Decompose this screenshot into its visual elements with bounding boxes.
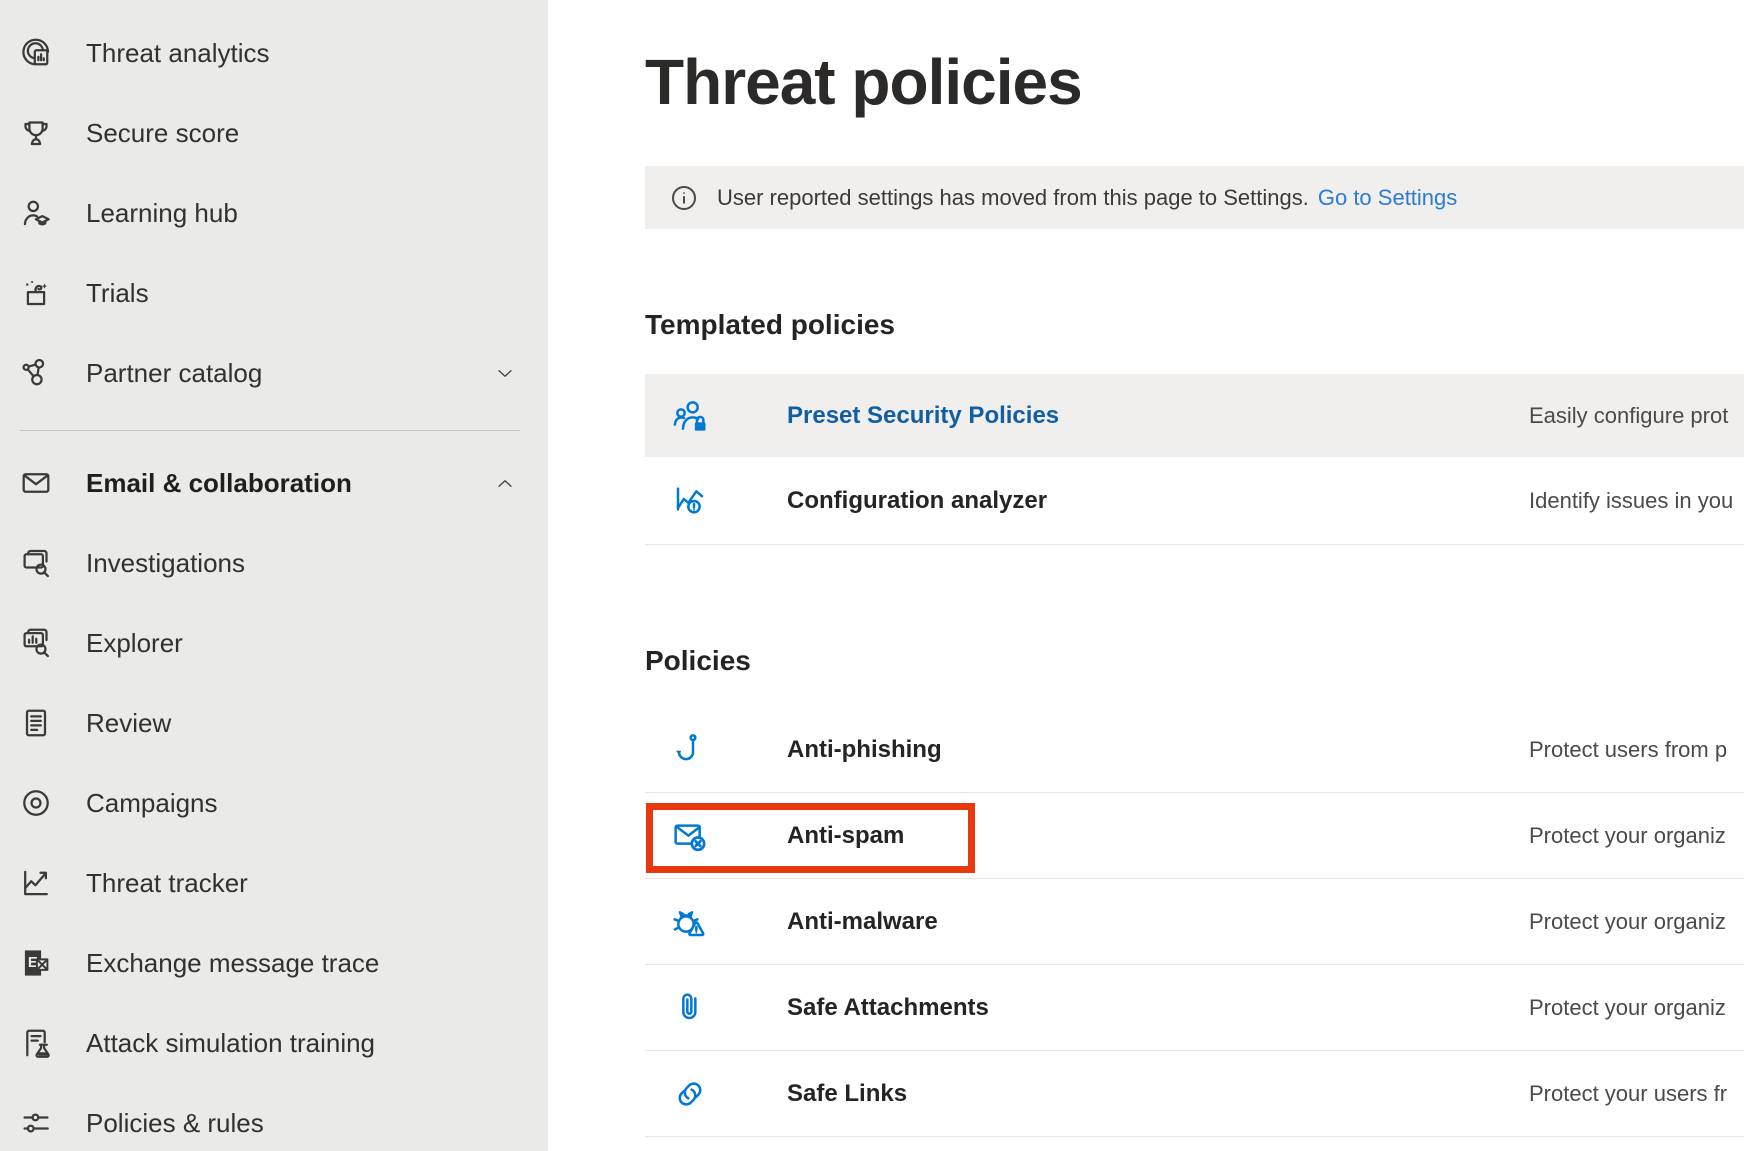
chevron-up-icon: [494, 472, 516, 494]
secure-score-icon: [18, 115, 54, 151]
review-icon: [18, 705, 54, 741]
safe-links-icon: [670, 1074, 710, 1114]
sidebar-item-trials[interactable]: Trials: [0, 253, 548, 333]
info-banner: User reported settings has moved from th…: [645, 166, 1744, 229]
anti-phishing-icon: [670, 730, 710, 770]
anti-malware-icon: [670, 902, 710, 942]
policies-heading: Policies: [645, 644, 751, 678]
chevron-down-icon: [494, 362, 516, 384]
sidebar-item-explorer[interactable]: Explorer: [0, 603, 548, 683]
left-navigation: Threat analytics Secure score Learning h…: [0, 0, 548, 1151]
threat-tracker-icon: [18, 865, 54, 901]
templated-policies-list: Preset Security Policies Easily configur…: [645, 374, 1744, 545]
policies-list: Anti-phishing Protect users from p Anti-…: [645, 707, 1744, 1137]
email-collaboration-icon: [18, 465, 54, 501]
sidebar-item-partner-catalog[interactable]: Partner catalog: [0, 333, 548, 413]
attack-simulation-icon: [18, 1025, 54, 1061]
go-to-settings-link[interactable]: Go to Settings: [1318, 185, 1457, 211]
sidebar-item-policies-rules[interactable]: Policies & rules: [0, 1083, 548, 1151]
sidebar-item-email-collaboration[interactable]: Email & collaboration: [0, 443, 548, 523]
row-preset-security-policies[interactable]: Preset Security Policies Easily configur…: [645, 374, 1744, 457]
learning-hub-icon: [18, 195, 54, 231]
defender-portal: Threat analytics Secure score Learning h…: [0, 0, 1744, 1151]
sidebar-item-learning-hub[interactable]: Learning hub: [0, 173, 548, 253]
main-content: Threat policies User reported settings h…: [548, 0, 1744, 1151]
row-safe-links[interactable]: Safe Links Protect your users fr: [645, 1051, 1744, 1137]
sidebar-item-campaigns[interactable]: Campaigns: [0, 763, 548, 843]
anti-spam-icon: [670, 816, 710, 856]
sidebar-item-exchange-message-trace[interactable]: E Exchange message trace: [0, 923, 548, 1003]
sidebar-item-review[interactable]: Review: [0, 683, 548, 763]
exchange-icon: E: [18, 945, 54, 981]
sidebar-item-threat-tracker[interactable]: Threat tracker: [0, 843, 548, 923]
trials-icon: [18, 275, 54, 311]
sidebar-item-investigations[interactable]: Investigations: [0, 523, 548, 603]
templated-policies-heading: Templated policies: [645, 308, 895, 342]
sidebar-item-secure-score[interactable]: Secure score: [0, 93, 548, 173]
investigations-icon: [18, 545, 54, 581]
page-title: Threat policies: [645, 42, 1082, 122]
info-icon: [669, 183, 699, 213]
row-anti-spam[interactable]: Anti-spam Protect your organiz: [645, 793, 1744, 879]
explorer-icon: [18, 625, 54, 661]
campaigns-icon: [18, 785, 54, 821]
row-anti-malware[interactable]: Anti-malware Protect your organiz: [645, 879, 1744, 965]
configuration-analyzer-icon: [670, 481, 710, 521]
policies-rules-icon: [18, 1105, 54, 1141]
sidebar-item-attack-simulation-training[interactable]: Attack simulation training: [0, 1003, 548, 1083]
safe-attachments-icon: [670, 988, 710, 1028]
row-configuration-analyzer[interactable]: Configuration analyzer Identify issues i…: [645, 457, 1744, 545]
sidebar-item-threat-analytics[interactable]: Threat analytics: [0, 13, 548, 93]
partner-catalog-icon: [18, 355, 54, 391]
row-anti-phishing[interactable]: Anti-phishing Protect users from p: [645, 707, 1744, 793]
sidebar-section-divider: [20, 430, 520, 431]
banner-message: User reported settings has moved from th…: [717, 185, 1309, 211]
threat-analytics-icon: [18, 35, 54, 71]
row-safe-attachments[interactable]: Safe Attachments Protect your organiz: [645, 965, 1744, 1051]
preset-security-icon: [670, 396, 710, 436]
